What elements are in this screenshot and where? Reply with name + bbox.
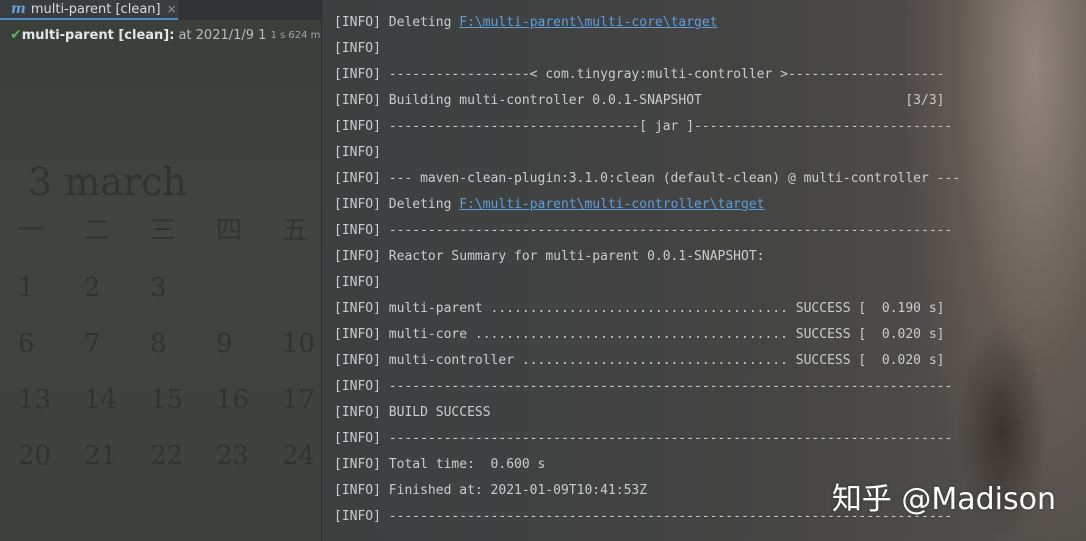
log-line: [INFO] Building multi-controller 0.0.1-S… bbox=[334, 88, 960, 114]
log-line: [INFO] bbox=[334, 36, 960, 62]
log-text: Total time: 0.600 s bbox=[388, 457, 546, 472]
calendar-day: 16 bbox=[216, 385, 250, 415]
calendar-day: 1 bbox=[18, 273, 35, 303]
log-level: [INFO] bbox=[334, 171, 389, 186]
calendar-day: 21 bbox=[84, 441, 118, 471]
calendar-day: 23 bbox=[216, 441, 250, 471]
calendar-day bbox=[216, 273, 282, 303]
log-line: [INFO] multi-parent ....................… bbox=[334, 296, 960, 322]
log-path-link[interactable]: F:\multi-parent\multi-controller\target bbox=[459, 197, 764, 212]
log-level: [INFO] bbox=[334, 301, 389, 316]
log-level: [INFO] bbox=[334, 275, 381, 290]
log-level: [INFO] bbox=[334, 223, 389, 238]
calendar-days: 一二三四五 1 2 3 6 7 8 9 10 13 14 15 16 17 20 21 22 23 24 bbox=[18, 210, 321, 471]
log-text: Building multi-controller 0.0.1-SNAPSHOT… bbox=[388, 93, 945, 108]
tool-window-tab-bar: m multi-parent [clean] × bbox=[0, 0, 321, 20]
log-line: [INFO] bbox=[334, 270, 960, 296]
tab-title: multi-parent [clean] bbox=[30, 1, 161, 17]
log-line: [INFO] Reactor Summary for multi-parent … bbox=[334, 244, 960, 270]
log-line: [INFO] ---------------------------------… bbox=[334, 218, 960, 244]
console-output-panel[interactable]: [INFO] Deleting F:\multi-parent\multi-co… bbox=[321, 0, 1086, 541]
log-level: [INFO] bbox=[334, 41, 381, 56]
calendar-day: 三 bbox=[150, 216, 177, 246]
log-level: [INFO] bbox=[334, 93, 389, 108]
log-level: [INFO] bbox=[334, 249, 389, 264]
log-level: [INFO] bbox=[334, 379, 389, 394]
calendar-day: 13 bbox=[18, 385, 52, 415]
log-text: --- maven-clean-plugin:3.1.0:clean (defa… bbox=[388, 171, 961, 186]
log-text: ----------------------------------------… bbox=[388, 223, 953, 238]
log-line: [INFO] BUILD SUCCESS bbox=[334, 400, 960, 426]
tab-multi-parent-clean[interactable]: m multi-parent [clean] × bbox=[0, 0, 178, 20]
log-text: Deleting bbox=[388, 15, 460, 30]
calendar-day: 9 bbox=[216, 329, 233, 359]
calendar-day: 二 bbox=[84, 216, 111, 246]
close-icon[interactable]: × bbox=[167, 2, 177, 16]
log-line: [INFO] --- maven-clean-plugin:3.1.0:clea… bbox=[334, 166, 960, 192]
run-tree-panel: 3 march 一二三四五 1 2 3 6 7 8 9 10 13 14 15 16 17 20 21 22 23… bbox=[0, 0, 321, 541]
log-line: [INFO] Deleting F:\multi-parent\multi-co… bbox=[334, 192, 960, 218]
calendar-day: 20 bbox=[18, 441, 52, 471]
calendar-day: 6 bbox=[18, 329, 35, 359]
watermark-text: 知乎 @Madison bbox=[831, 482, 1056, 517]
log-text: Deleting bbox=[388, 197, 460, 212]
log-text: --------------------------------[ jar ]-… bbox=[388, 119, 953, 134]
log-level: [INFO] bbox=[334, 431, 389, 446]
log-text: ------------------< com.tinygray:multi-c… bbox=[388, 67, 945, 82]
run-duration: 1 s 624 ms bbox=[270, 29, 321, 41]
log-text: multi-core .............................… bbox=[388, 327, 945, 342]
calendar-day: 7 bbox=[84, 329, 101, 359]
log-level: [INFO] bbox=[334, 457, 389, 472]
calendar-day: 2 bbox=[84, 273, 101, 303]
maven-icon: m bbox=[11, 1, 26, 17]
calendar-day: 17 bbox=[282, 385, 316, 415]
calendar-day: 四 bbox=[216, 216, 243, 246]
log-text: Finished at: 2021-01-09T10:41:53Z bbox=[388, 483, 648, 498]
run-tree-item[interactable]: ✔ multi-parent [clean]: at 2021/1/9 1 1 … bbox=[10, 26, 321, 44]
log-line: [INFO] multi-controller ................… bbox=[334, 348, 960, 374]
log-level: [INFO] bbox=[334, 67, 389, 82]
check-icon: ✔ bbox=[10, 27, 22, 43]
calendar-day: 8 bbox=[150, 329, 167, 359]
log-text: multi-parent ...........................… bbox=[388, 301, 945, 316]
console-log[interactable]: [INFO] Deleting F:\multi-parent\multi-co… bbox=[334, 10, 960, 530]
calendar-day: 10 bbox=[282, 329, 316, 359]
log-text: Reactor Summary for multi-parent 0.0.1-S… bbox=[388, 249, 765, 264]
log-line: [INFO] bbox=[334, 140, 960, 166]
calendar-day: 3 bbox=[150, 273, 167, 303]
log-level: [INFO] bbox=[334, 353, 389, 368]
calendar-day: 15 bbox=[150, 385, 184, 415]
calendar-day: 14 bbox=[84, 385, 118, 415]
calendar-background-image: 3 march 一二三四五 1 2 3 6 7 8 9 10 13 14 15 16 17 20 21 22 23… bbox=[18, 150, 318, 541]
calendar-day bbox=[282, 273, 321, 303]
log-line: [INFO] multi-core ......................… bbox=[334, 322, 960, 348]
log-line: [INFO] ------------------< com.tinygray:… bbox=[334, 62, 960, 88]
log-level: [INFO] bbox=[334, 15, 389, 30]
log-line: [INFO] ---------------------------------… bbox=[334, 426, 960, 452]
run-timestamp: at 2021/1/9 1 bbox=[178, 27, 267, 43]
log-text: ----------------------------------------… bbox=[388, 431, 953, 446]
log-level: [INFO] bbox=[334, 119, 389, 134]
log-level: [INFO] bbox=[334, 197, 389, 212]
log-line: [INFO] ---------------------------------… bbox=[334, 374, 960, 400]
log-level: [INFO] bbox=[334, 145, 381, 160]
log-text: BUILD SUCCESS bbox=[388, 405, 491, 420]
log-level: [INFO] bbox=[334, 327, 389, 342]
calendar-day: 22 bbox=[150, 441, 184, 471]
log-level: [INFO] bbox=[334, 405, 389, 420]
log-text: multi-controller .......................… bbox=[388, 353, 945, 368]
log-level: [INFO] bbox=[334, 509, 389, 524]
log-line: [INFO] --------------------------------[… bbox=[334, 114, 960, 140]
calendar-day: 五 bbox=[282, 216, 309, 246]
calendar-day: 24 bbox=[282, 441, 316, 471]
log-text: ----------------------------------------… bbox=[388, 379, 953, 394]
calendar-month: 3 march bbox=[28, 160, 187, 204]
run-name: multi-parent [clean]: bbox=[21, 27, 175, 43]
log-path-link[interactable]: F:\multi-parent\multi-core\target bbox=[459, 15, 717, 30]
log-line: [INFO] Deleting F:\multi-parent\multi-co… bbox=[334, 10, 960, 36]
calendar-day: 一 bbox=[18, 216, 45, 246]
log-level: [INFO] bbox=[334, 483, 389, 498]
